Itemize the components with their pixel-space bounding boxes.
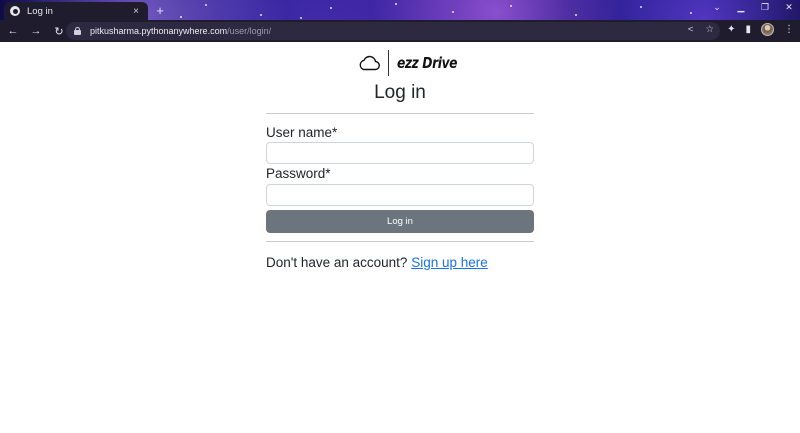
back-arrow-icon[interactable]: ←: [3, 25, 23, 37]
url-path: /user/login/: [227, 26, 272, 36]
browser-chrome: Log in × + ⌄ ▁ ❐ ✕ ← → ↻ pitkusharma.pyt…: [0, 0, 800, 42]
username-input[interactable]: [266, 142, 534, 164]
extensions-icon[interactable]: ✦: [727, 24, 735, 35]
browser-tab[interactable]: Log in ×: [4, 2, 148, 20]
forward-arrow-icon[interactable]: →: [26, 25, 46, 37]
star-icon[interactable]: ☆: [705, 24, 714, 35]
login-button[interactable]: Log in: [266, 210, 534, 233]
minimize-icon[interactable]: ▁: [736, 2, 746, 13]
brand-logo[interactable]: ezz Drive: [358, 49, 470, 77]
title-divider: [266, 113, 534, 114]
tab-close-icon[interactable]: ×: [130, 6, 142, 17]
share-icon[interactable]: <: [688, 24, 694, 35]
profile-avatar[interactable]: [761, 23, 774, 36]
chevron-down-icon[interactable]: ⌄: [712, 2, 722, 13]
signup-link[interactable]: Sign up here: [411, 255, 488, 270]
brand-name: ezz Drive: [397, 54, 458, 72]
side-panel-icon[interactable]: ▮: [745, 24, 751, 35]
address-bar[interactable]: pitkusharma.pythonanywhere.com/user/logi…: [66, 22, 720, 40]
browser-toolbar: ← → ↻ pitkusharma.pythonanywhere.com/use…: [0, 20, 800, 42]
form-divider: [266, 241, 534, 242]
globe-icon: [10, 6, 20, 16]
lock-icon[interactable]: [74, 27, 81, 35]
page-title: Log in: [374, 82, 426, 103]
window-controls: ⌄ ▁ ❐ ✕: [712, 2, 794, 13]
signup-prompt-text: Don't have an account?: [266, 255, 412, 270]
password-label: Password*: [266, 166, 331, 181]
password-input[interactable]: [266, 184, 534, 206]
url-host: pitkusharma.pythonanywhere.com: [90, 26, 228, 36]
cloud-icon: [359, 55, 380, 71]
brand-divider: [388, 50, 389, 76]
page-content: ezz Drive Log in User name* Password* Lo…: [0, 42, 800, 433]
username-label: User name*: [266, 125, 338, 140]
restore-icon[interactable]: ❐: [760, 2, 770, 13]
signup-prompt: Don't have an account? Sign up here: [266, 255, 488, 270]
close-icon[interactable]: ✕: [784, 2, 794, 13]
new-tab-icon[interactable]: +: [153, 3, 167, 18]
tab-title: Log in: [27, 5, 53, 17]
menu-icon[interactable]: ⋮: [784, 24, 794, 35]
